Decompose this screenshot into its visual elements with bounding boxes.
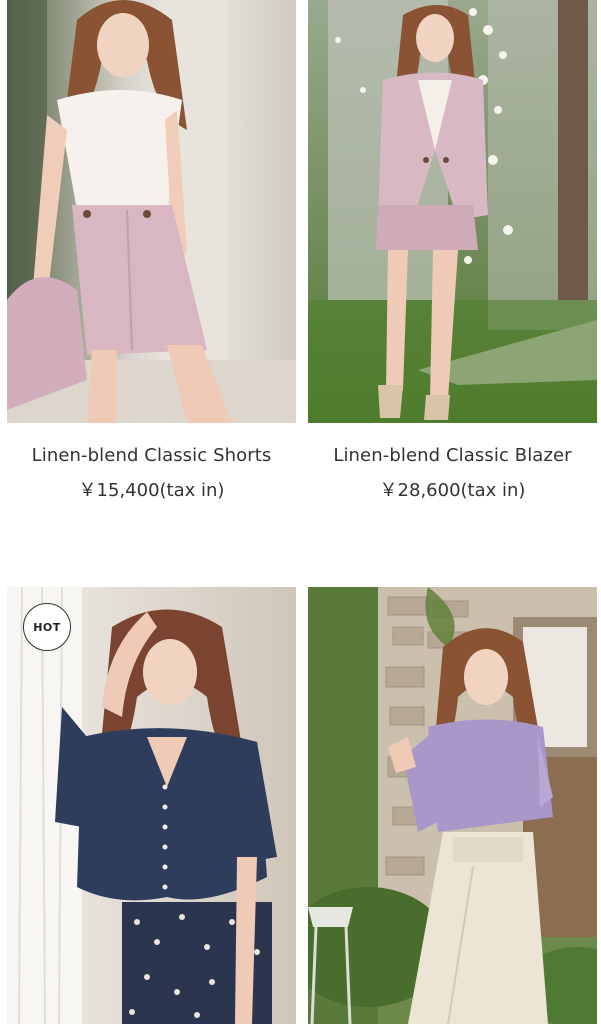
hot-badge: HOT: [23, 603, 71, 651]
product-image[interactable]: [7, 0, 296, 423]
product-card[interactable]: HOT: [7, 587, 296, 1024]
product-card[interactable]: Linen-blend Classic Blazer ￥28,600(tax i…: [308, 0, 597, 502]
model-photo-icon: [308, 587, 597, 1024]
product-image[interactable]: HOT: [7, 587, 296, 1024]
product-image[interactable]: [308, 587, 597, 1024]
product-name[interactable]: Linen-blend Classic Blazer: [308, 445, 597, 466]
product-grid: Linen-blend Classic Shorts ￥15,400(tax i…: [0, 0, 601, 1024]
product-price: ￥15,400(tax in): [78, 480, 225, 501]
model-photo-icon: [7, 587, 296, 1024]
product-name[interactable]: Linen-blend Classic Shorts: [7, 445, 296, 466]
product-price: ￥28,600(tax in): [379, 480, 526, 501]
model-photo-icon: [308, 0, 597, 423]
product-card[interactable]: [308, 587, 597, 1024]
product-card[interactable]: Linen-blend Classic Shorts ￥15,400(tax i…: [7, 0, 296, 502]
product-image[interactable]: [308, 0, 597, 423]
model-photo-icon: [7, 0, 296, 423]
